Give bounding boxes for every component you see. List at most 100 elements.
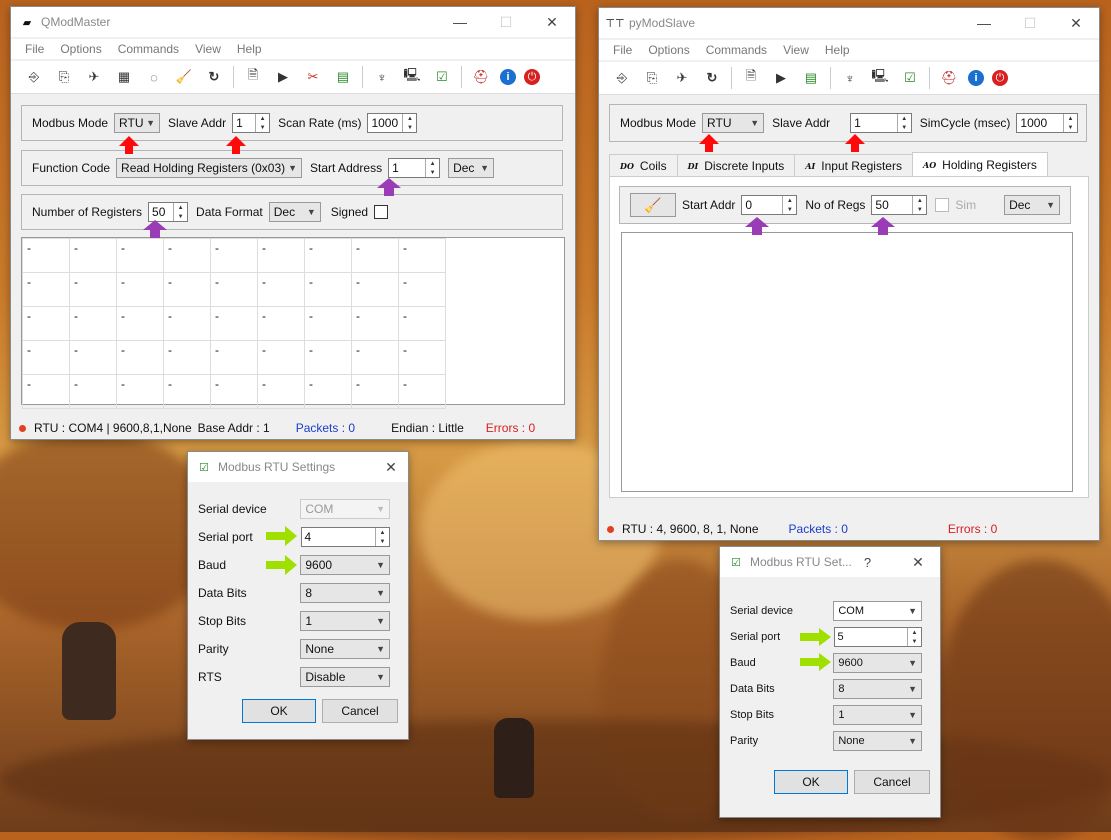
exit-icon[interactable]: ⏻	[992, 70, 1008, 86]
menu-file[interactable]: File	[613, 43, 632, 57]
disconnect-icon[interactable]: ⎘	[641, 67, 663, 89]
reload-icon[interactable]: ↻	[701, 67, 723, 89]
spin-arrows-icon[interactable]: ▲ ▼	[375, 528, 389, 546]
spin-arrows-icon[interactable]: ▲ ▼	[173, 203, 187, 221]
check-icon[interactable]: ☑	[431, 66, 453, 88]
register-cell[interactable]: -	[116, 272, 164, 307]
register-cell[interactable]: -	[163, 238, 211, 273]
register-grid[interactable]: ----------------------------------------…	[21, 237, 565, 409]
disconnect-icon[interactable]: ⎘	[53, 66, 75, 88]
register-cell[interactable]: -	[163, 374, 211, 409]
scan-rate-spinbox[interactable]: 1000 ▲ ▼	[367, 113, 418, 133]
register-cell[interactable]: -	[210, 306, 258, 341]
register-cell[interactable]: -	[69, 306, 117, 341]
refresh-icon[interactable]: ◌	[143, 66, 165, 88]
num-registers-spinbox[interactable]: 50 ▲ ▼	[148, 202, 189, 222]
register-cell[interactable]: -	[304, 374, 352, 409]
spin-arrows-icon[interactable]: ▲ ▼	[255, 114, 269, 132]
register-cell[interactable]: -	[304, 340, 352, 375]
register-cell[interactable]: -	[210, 374, 258, 409]
cancel-button[interactable]: Cancel	[322, 699, 398, 723]
register-cell[interactable]: -	[22, 374, 70, 409]
register-cell[interactable]	[446, 239, 493, 273]
register-cell[interactable]	[446, 375, 493, 409]
register-cell[interactable]: -	[351, 272, 399, 307]
register-cell[interactable]: -	[22, 340, 70, 375]
spin-arrows-icon[interactable]: ▲ ▼	[782, 196, 796, 214]
register-cell[interactable]: -	[210, 272, 258, 307]
data-bits-select[interactable]: 8 ▼	[833, 679, 922, 699]
register-cell[interactable]	[446, 273, 493, 307]
register-cell[interactable]: -	[116, 374, 164, 409]
start-address-spinbox[interactable]: 1 ▲ ▼	[388, 158, 441, 178]
table-icon[interactable]: ▤	[332, 66, 354, 88]
maximize-button[interactable]: ☐	[483, 7, 529, 37]
spin-arrows-icon[interactable]: ▲ ▼	[896, 114, 911, 132]
serial-device-select[interactable]: COM ▼	[833, 601, 922, 621]
connect-icon[interactable]: ⎆	[611, 67, 633, 89]
close-button[interactable]: ✕	[1053, 8, 1099, 38]
register-cell[interactable]: -	[163, 306, 211, 341]
register-cell[interactable]: -	[163, 272, 211, 307]
qmodmaster-titlebar[interactable]: ▰ QModMaster — ☐ ✕	[11, 7, 575, 37]
register-cell[interactable]: -	[257, 306, 305, 341]
slave-addr-spinbox[interactable]: 1 ▲ ▼	[850, 113, 912, 133]
parity-select[interactable]: None ▼	[833, 731, 922, 751]
modbus-mode-select[interactable]: RTU ▼	[114, 113, 161, 133]
address-format-select[interactable]: Dec ▼	[448, 158, 495, 178]
check-icon[interactable]: ☑	[899, 67, 921, 89]
minimize-button[interactable]: —	[437, 7, 483, 37]
ok-button[interactable]: OK	[774, 770, 848, 794]
register-cell[interactable]: -	[116, 340, 164, 375]
menu-view[interactable]: View	[783, 43, 809, 57]
spin-arrows-icon[interactable]: ▲ ▼	[907, 628, 921, 646]
bus-icon[interactable]: ♆	[371, 66, 393, 88]
menu-commands[interactable]: Commands	[118, 42, 179, 56]
register-cell[interactable]: -	[351, 238, 399, 273]
reload-icon[interactable]: ↻	[203, 66, 225, 88]
register-cell[interactable]: -	[304, 238, 352, 273]
register-cell[interactable]	[446, 341, 493, 375]
register-cell[interactable]: -	[304, 306, 352, 341]
tcp-icon[interactable]: ▦	[113, 66, 135, 88]
modbus-mode-select[interactable]: RTU ▼	[702, 113, 765, 133]
tools-icon[interactable]: ✂	[302, 66, 324, 88]
register-cell[interactable]: -	[257, 340, 305, 375]
info-icon[interactable]: i	[500, 69, 516, 85]
sim-cycle-spinbox[interactable]: 1000 ▲ ▼	[1016, 113, 1078, 133]
monitor-icon[interactable]: ▶	[272, 66, 294, 88]
stop-bits-select[interactable]: 1 ▼	[833, 705, 922, 725]
minimize-button[interactable]: —	[961, 8, 1007, 38]
register-cell[interactable]: -	[69, 238, 117, 273]
help-button[interactable]: ?	[864, 555, 896, 570]
register-cell[interactable]: -	[116, 306, 164, 341]
start-addr-spinbox[interactable]: 0 ▲ ▼	[741, 195, 798, 215]
settings-icon[interactable]: 🖳	[869, 67, 891, 89]
register-cell[interactable]: -	[257, 374, 305, 409]
sim-checkbox[interactable]	[935, 198, 950, 212]
table-icon[interactable]: ▤	[800, 67, 822, 89]
register-grid[interactable]	[621, 232, 1073, 492]
monitor-icon[interactable]: ▶	[770, 67, 792, 89]
spin-arrows-icon[interactable]: ▲ ▼	[1063, 114, 1077, 132]
function-code-select[interactable]: Read Holding Registers (0x03) ▼	[116, 158, 303, 178]
data-format-select[interactable]: Dec ▼	[268, 202, 321, 222]
dialog-titlebar[interactable]: ☑ Modbus RTU Settings ✕	[188, 452, 408, 482]
no-regs-spinbox[interactable]: 50 ▲ ▼	[871, 195, 928, 215]
close-button[interactable]: ✕	[896, 547, 940, 577]
bus-icon[interactable]: ♆	[839, 67, 861, 89]
serial-port-spinbox[interactable]: 4 ▲ ▼	[300, 527, 390, 547]
log-icon[interactable]: 🗎	[740, 67, 762, 89]
rts-select[interactable]: Disable ▼	[300, 667, 390, 687]
tab-input-registers[interactable]: AI Input Registers	[794, 154, 913, 177]
register-cell[interactable]: -	[257, 272, 305, 307]
menu-file[interactable]: File	[25, 42, 44, 56]
close-button[interactable]: ✕	[374, 452, 408, 482]
register-cell[interactable]: -	[257, 238, 305, 273]
spin-arrows-icon[interactable]: ▲ ▼	[425, 159, 439, 177]
headless-icon[interactable]: ⛑	[938, 67, 960, 89]
settings-icon[interactable]: 🖳	[401, 66, 423, 88]
tab-discrete-inputs[interactable]: DI Discrete Inputs	[676, 154, 796, 177]
register-cell[interactable]: -	[398, 374, 446, 409]
pymodslave-titlebar[interactable]: ⊤⊤ pyModSlave — ☐ ✕	[599, 8, 1099, 38]
